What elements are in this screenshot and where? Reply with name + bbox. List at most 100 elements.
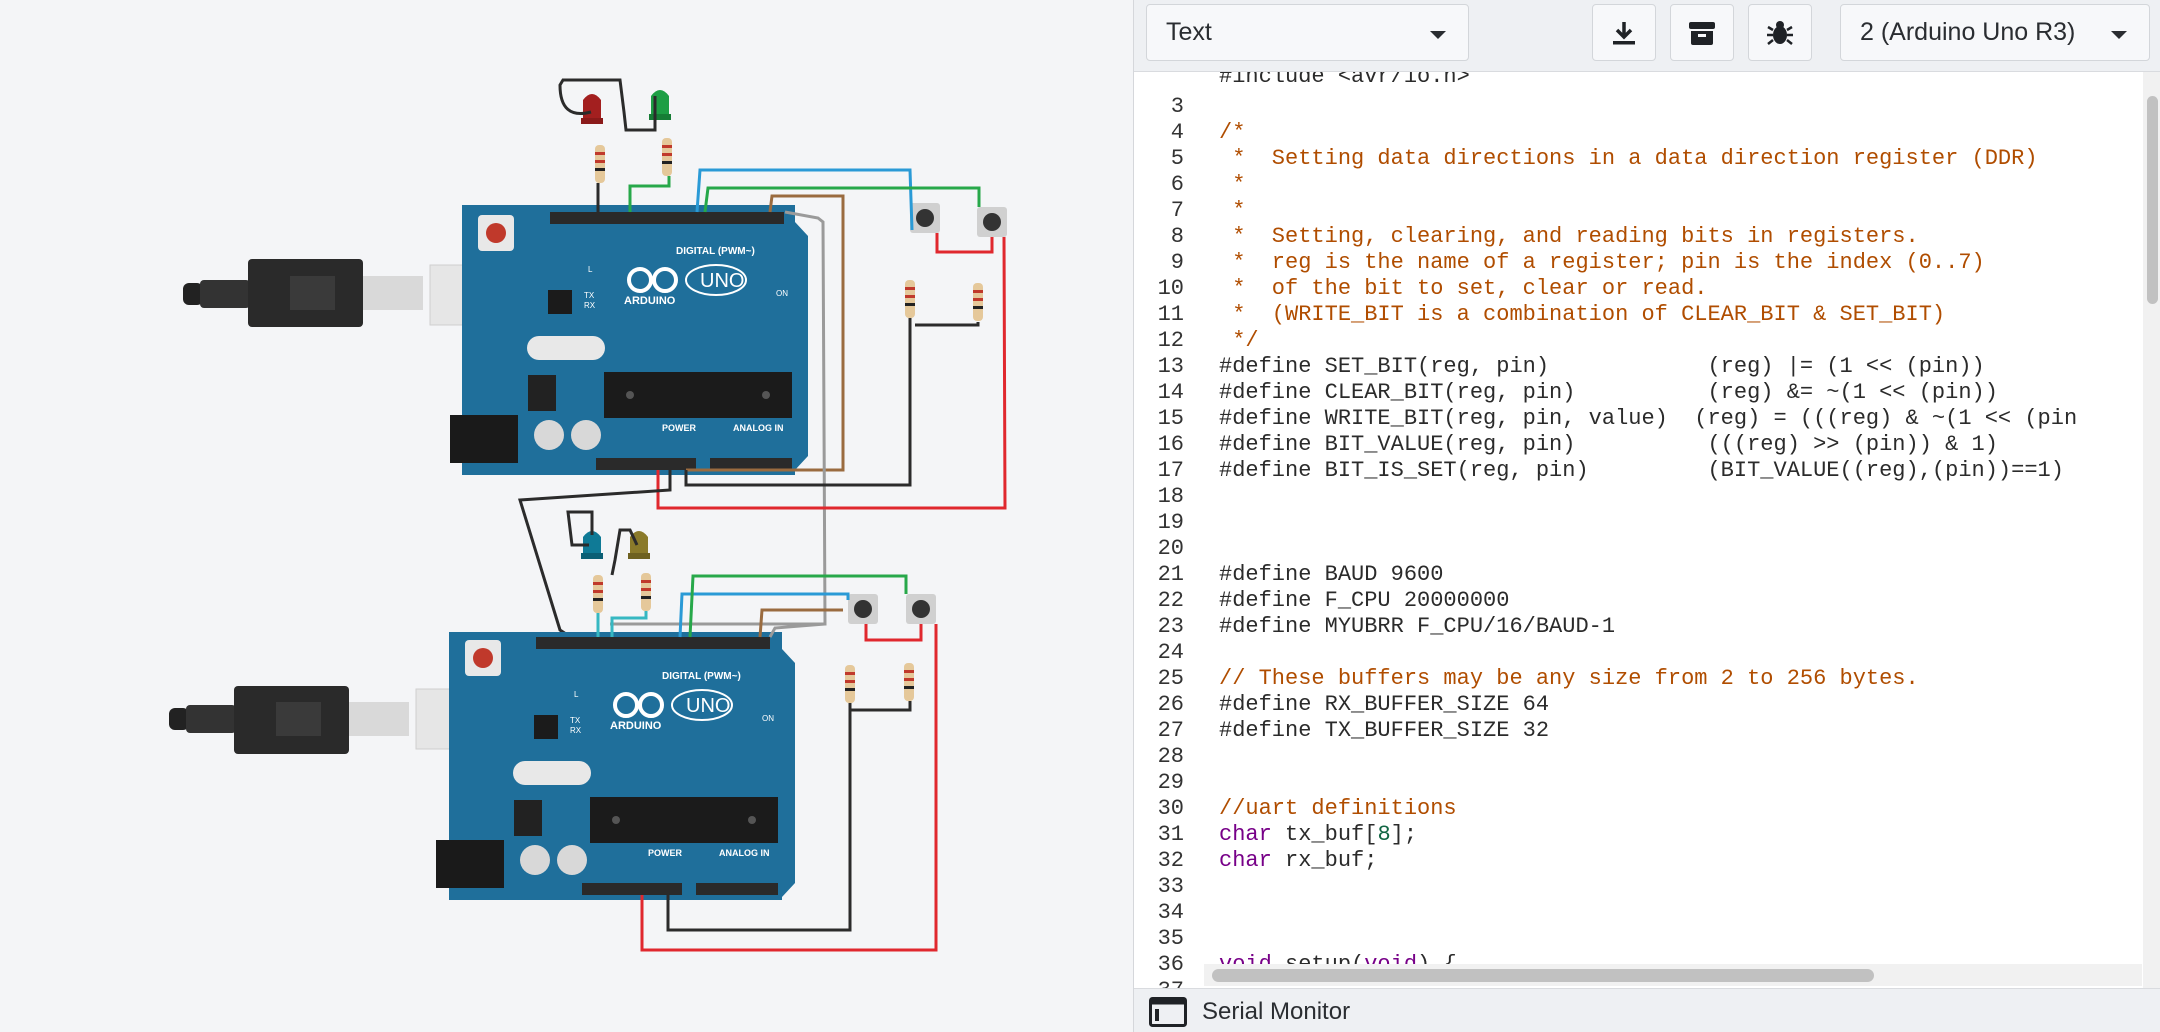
code-editor-panel: Text 2 (Arduino Uno R3) 3 4 5 6 7 8 9 10… bbox=[1133, 0, 2160, 1032]
code-line-partial[interactable]: #include <avr/io.h> bbox=[1219, 72, 1470, 89]
line-number: 21 bbox=[1157, 562, 1184, 587]
code-line[interactable]: * Setting data directions in a data dire… bbox=[1219, 146, 2037, 171]
code-line[interactable]: * Setting, clearing, and reading bits in… bbox=[1219, 224, 1919, 249]
code-line[interactable]: #define TX_BUFFER_SIZE 32 bbox=[1219, 718, 1549, 743]
pushbutton-1[interactable] bbox=[910, 203, 940, 233]
code-line[interactable]: */ bbox=[1219, 328, 1258, 353]
resistor-7[interactable] bbox=[845, 665, 855, 703]
code-line[interactable]: #define CLEAR_BIT(reg, pin) (reg) &= ~(1… bbox=[1219, 380, 1998, 405]
digital-label-top: DIGITAL (PWM~) bbox=[676, 246, 755, 257]
code-line[interactable]: #define SET_BIT(reg, pin) (reg) |= (1 <<… bbox=[1219, 354, 1985, 379]
code-line[interactable]: #define BAUD 9600 bbox=[1219, 562, 1443, 587]
line-number: 17 bbox=[1157, 458, 1184, 483]
line-number: 13 bbox=[1157, 354, 1184, 379]
code-toolbar: Text 2 (Arduino Uno R3) bbox=[1134, 0, 2160, 72]
code-editor[interactable]: 3 4 5 6 7 8 9 10 11 12 13 14 15 16 17 18 19 20 21 22 23 24 25 2… bbox=[1134, 72, 2160, 988]
vertical-scrollbar-thumb[interactable] bbox=[2147, 96, 2158, 304]
line-number: 27 bbox=[1157, 718, 1184, 743]
line-number: 14 bbox=[1157, 380, 1184, 405]
model-label-bottom: UNO bbox=[686, 695, 730, 717]
line-number: 4 bbox=[1170, 120, 1184, 145]
line-number: 18 bbox=[1157, 484, 1184, 509]
code-line[interactable]: char tx_buf[8]; bbox=[1219, 822, 1417, 847]
rx-label-top: RX bbox=[584, 301, 596, 310]
code-line[interactable]: #define F_CPU 20000000 bbox=[1219, 588, 1509, 613]
serial-monitor-label: Serial Monitor bbox=[1202, 998, 1351, 1025]
line-number: 34 bbox=[1157, 900, 1184, 925]
code-line[interactable]: char rx_buf; bbox=[1219, 848, 1377, 873]
line-number: 29 bbox=[1157, 770, 1184, 795]
line-number: 22 bbox=[1157, 588, 1184, 613]
download-button[interactable] bbox=[1592, 4, 1656, 61]
rx-label-bottom: RX bbox=[570, 726, 582, 735]
resistor-2[interactable] bbox=[662, 138, 672, 176]
on-label-top: ON bbox=[776, 289, 788, 298]
resistor-8[interactable] bbox=[904, 663, 914, 701]
debugger-button[interactable] bbox=[1748, 4, 1812, 61]
line-number: 7 bbox=[1170, 198, 1184, 223]
arduino-board-top[interactable]: ARDUINO UNO DIGITAL (PWM~) POWER ANALOG … bbox=[183, 205, 808, 475]
line-number: 5 bbox=[1170, 146, 1184, 171]
line-number: 36 bbox=[1157, 952, 1184, 977]
arduino-board-bottom[interactable]: ARDUINO UNO DIGITAL (PWM~) POWER ANALOG … bbox=[169, 632, 795, 900]
code-line[interactable]: /* bbox=[1219, 120, 1245, 145]
code-line[interactable]: * of the bit to set, clear or read. bbox=[1219, 276, 1707, 301]
code-line[interactable]: * bbox=[1219, 198, 1245, 223]
led-red[interactable] bbox=[581, 94, 603, 124]
line-number: 30 bbox=[1157, 796, 1184, 821]
resistor-1[interactable] bbox=[595, 145, 605, 183]
line-number: 28 bbox=[1157, 744, 1184, 769]
power-label-bottom: POWER bbox=[648, 848, 683, 858]
serial-monitor-bar[interactable]: Serial Monitor bbox=[1134, 988, 2160, 1032]
pushbutton-2[interactable] bbox=[977, 207, 1007, 237]
line-number: 19 bbox=[1157, 510, 1184, 535]
code-line[interactable]: * reg is the name of a register; pin is … bbox=[1219, 250, 1985, 275]
line-number: 32 bbox=[1157, 848, 1184, 873]
circuit-canvas[interactable]: ARDUINO UNO DIGITAL (PWM~) POWER ANALOG … bbox=[0, 0, 1133, 1032]
code-line[interactable]: #define BIT_IS_SET(reg, pin) (BIT_VALUE(… bbox=[1219, 458, 2064, 483]
circuit-drawing[interactable]: ARDUINO UNO DIGITAL (PWM~) POWER ANALOG … bbox=[0, 0, 1133, 1032]
resistor-5[interactable] bbox=[593, 575, 603, 613]
led-green[interactable] bbox=[649, 90, 671, 120]
code-line[interactable]: * (WRITE_BIT is a combination of CLEAR_B… bbox=[1219, 302, 1945, 327]
line-number: 3 bbox=[1170, 94, 1184, 119]
line-number: 9 bbox=[1170, 250, 1184, 275]
resistor-6[interactable] bbox=[641, 573, 651, 611]
resistor-3[interactable] bbox=[905, 280, 915, 318]
code-line[interactable]: #define MYUBRR F_CPU/16/BAUD-1 bbox=[1219, 614, 1615, 639]
download-icon bbox=[1613, 21, 1635, 44]
line-number: 23 bbox=[1157, 614, 1184, 639]
line-number: 6 bbox=[1170, 172, 1184, 197]
line-number: 37 bbox=[1134, 978, 1184, 988]
board-select-dropdown[interactable]: 2 (Arduino Uno R3) bbox=[1840, 4, 2150, 61]
model-label-top: UNO bbox=[700, 270, 744, 292]
code-line[interactable]: * bbox=[1219, 172, 1245, 197]
code-line[interactable]: //uart definitions bbox=[1219, 796, 1457, 821]
line-number: 12 bbox=[1157, 328, 1184, 353]
code-mode-dropdown[interactable]: Text bbox=[1146, 4, 1469, 61]
on-label-bottom: ON bbox=[762, 714, 774, 723]
pushbutton-3[interactable] bbox=[848, 594, 878, 624]
line-number-gutter: 3 4 5 6 7 8 9 10 11 12 13 14 15 16 17 18 19 20 21 22 23 24 25 2… bbox=[1134, 72, 1192, 988]
horizontal-scrollbar-thumb[interactable] bbox=[1212, 969, 1874, 982]
code-line[interactable]: #define RX_BUFFER_SIZE 64 bbox=[1219, 692, 1549, 717]
code-mode-label: Text bbox=[1166, 18, 1212, 46]
tx-label-bottom: TX bbox=[570, 716, 581, 725]
chevron-down-icon bbox=[2111, 31, 2127, 39]
resistor-4[interactable] bbox=[973, 283, 983, 321]
l-label-bottom: L bbox=[574, 690, 579, 699]
archive-box-icon bbox=[1689, 21, 1715, 45]
code-line[interactable]: #define WRITE_BIT(reg, pin, value) (reg)… bbox=[1219, 406, 2077, 431]
board-select-label: 2 (Arduino Uno R3) bbox=[1860, 18, 2076, 46]
brand-label-top: ARDUINO bbox=[624, 295, 676, 307]
line-number: 16 bbox=[1157, 432, 1184, 457]
code-line[interactable]: #define BIT_VALUE(reg, pin) (((reg) >> (… bbox=[1219, 432, 1998, 457]
analog-label-top: ANALOG IN bbox=[733, 423, 784, 433]
line-number: 33 bbox=[1157, 874, 1184, 899]
line-number: 10 bbox=[1157, 276, 1184, 301]
code-line[interactable]: // These buffers may be any size from 2 … bbox=[1219, 666, 1919, 691]
pushbutton-4[interactable] bbox=[906, 594, 936, 624]
bug-icon bbox=[1767, 20, 1793, 45]
line-number: 15 bbox=[1157, 406, 1184, 431]
components-button[interactable] bbox=[1670, 4, 1734, 61]
